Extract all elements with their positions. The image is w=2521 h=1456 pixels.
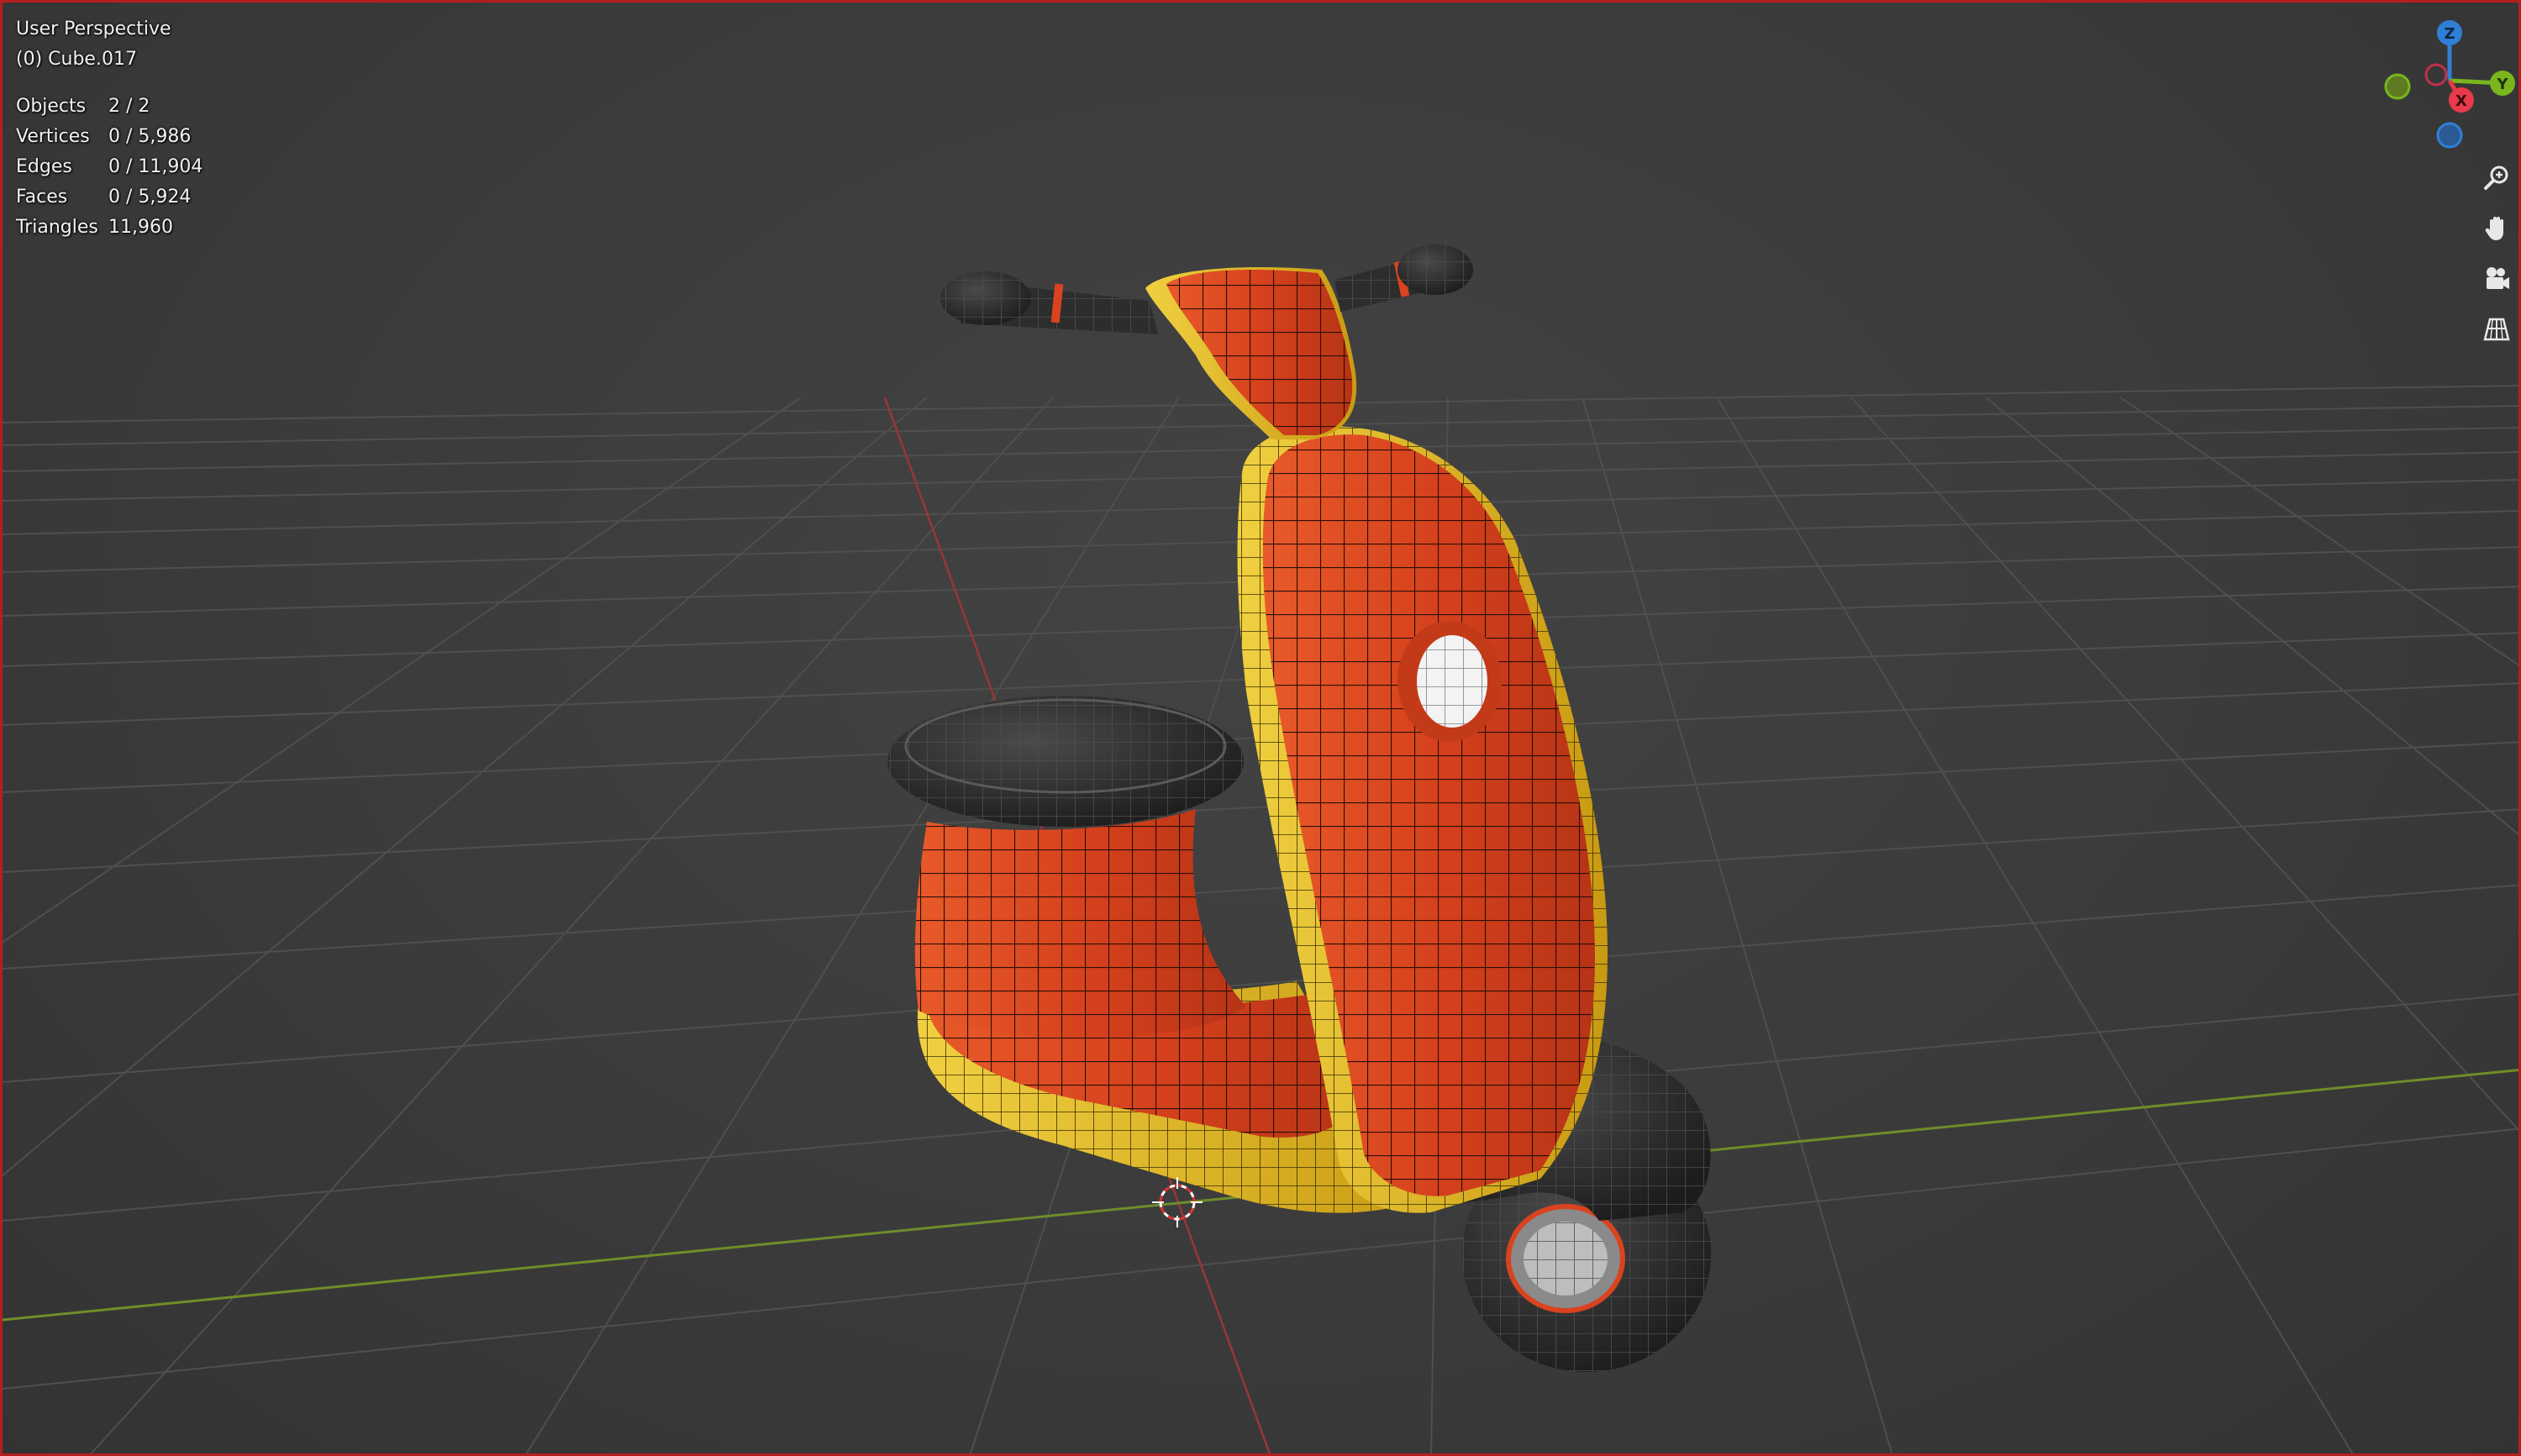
- pan-hand-icon: [2485, 217, 2503, 240]
- 3d-viewport[interactable]: User Perspective (0) Cube.017 Objects 2 …: [0, 0, 2521, 1456]
- gizmo-neg-z-handle[interactable]: [2436, 122, 2463, 149]
- grid-perspective-icon: [2483, 318, 2510, 341]
- stat-row-faces: Faces 0 / 5,924: [16, 182, 203, 213]
- perspective-toggle-button[interactable]: [2476, 307, 2518, 352]
- stat-value: 0 / 5,986: [108, 126, 192, 147]
- gizmo-y-label: Y: [2496, 76, 2508, 93]
- scene-canvas[interactable]: [3, 3, 2521, 1456]
- gizmo-x-label: X: [2455, 92, 2467, 110]
- headlight[interactable]: [1397, 621, 1502, 742]
- viewport-info-overlay: User Perspective (0) Cube.017 Objects 2 …: [16, 14, 203, 243]
- stat-label: Objects: [16, 96, 87, 117]
- gizmo-z-label: Z: [2444, 25, 2455, 43]
- stat-row-objects: Objects 2 / 2: [16, 92, 203, 122]
- seat[interactable]: [887, 696, 1244, 827]
- camera-icon: [2487, 267, 2509, 289]
- view-mode-label: User Perspective: [16, 18, 171, 39]
- stat-row-triangles: Triangles 11,960: [16, 213, 203, 243]
- zoom-button[interactable]: [2476, 155, 2518, 201]
- gizmo-neg-x-handle[interactable]: [2424, 63, 2448, 87]
- active-object-label: (0) Cube.017: [16, 49, 137, 70]
- stat-label: Edges: [16, 156, 72, 177]
- stat-value: 0 / 5,924: [108, 187, 192, 208]
- pan-button[interactable]: [2476, 206, 2518, 251]
- viewport-nav-tools: [2473, 155, 2518, 352]
- stat-value: 0 / 11,904: [108, 156, 203, 177]
- camera-view-button[interactable]: [2476, 256, 2518, 302]
- stat-row-edges: Edges 0 / 11,904: [16, 152, 203, 182]
- gizmo-neg-y-handle[interactable]: [2384, 73, 2411, 100]
- zoom-icon: [2484, 166, 2508, 190]
- stat-label: Vertices: [16, 126, 90, 147]
- stat-label: Triangles: [16, 217, 98, 238]
- stat-value: 2 / 2: [108, 96, 150, 117]
- stat-label: Faces: [16, 187, 68, 208]
- navigation-gizmo[interactable]: Z Y X: [2372, 18, 2515, 152]
- stat-value: 11,960: [108, 217, 173, 238]
- seat-pedestal[interactable]: [914, 809, 1246, 1039]
- steering-column[interactable]: [1145, 266, 1357, 439]
- stat-row-vertices: Vertices 0 / 5,986: [16, 122, 203, 152]
- scene-statistics: Objects 2 / 2 Vertices 0 / 5,986 Edges 0…: [16, 92, 203, 243]
